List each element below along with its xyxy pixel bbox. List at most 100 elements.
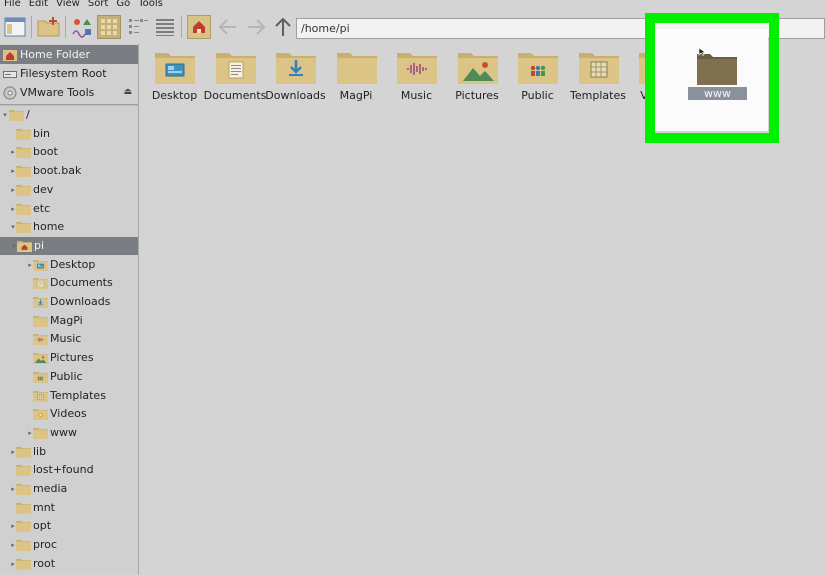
tree-item-label: / xyxy=(26,108,30,121)
file-item-pictures[interactable]: Pictures xyxy=(447,50,508,106)
tree-item-bin[interactable]: bin xyxy=(0,125,138,143)
folder-icon xyxy=(33,390,48,402)
tree-item-label: www xyxy=(50,425,77,439)
file-item-downloads[interactable]: Downloads xyxy=(265,50,326,106)
tree-item-www[interactable]: ▸ www xyxy=(0,424,138,442)
tree-item-[interactable]: ▾ / xyxy=(0,106,138,124)
new-folder-icon[interactable] xyxy=(37,15,61,39)
tree-item-label: Public xyxy=(50,369,83,383)
tree-item-boot-bak[interactable]: ▸ boot.bak xyxy=(0,162,138,180)
tree-item-pi[interactable]: ▾ pi xyxy=(0,236,138,255)
tree-item-root[interactable]: ▸ root xyxy=(0,555,138,573)
place-label: Home Folder xyxy=(20,48,90,61)
tree-item-label: Music xyxy=(50,332,82,346)
folder-icon xyxy=(16,203,31,215)
folder-icon xyxy=(16,221,31,234)
folder-icon xyxy=(16,146,31,159)
icon-view-icon[interactable] xyxy=(97,15,121,39)
file-item-magpi[interactable]: MagPi xyxy=(326,50,387,106)
place-label: Filesystem Root xyxy=(20,67,107,80)
desktop-folder-icon xyxy=(155,50,195,84)
tree-item-label: Desktop xyxy=(50,257,96,271)
folder-icon xyxy=(16,539,31,552)
downloads-folder-icon xyxy=(276,50,316,84)
eject-icon[interactable]: ⏏ xyxy=(123,87,132,97)
tree-item-videos[interactable]: Videos xyxy=(0,405,138,423)
tree-item-label: root xyxy=(33,556,56,570)
file-item-documents[interactable]: Documents xyxy=(204,50,266,106)
folder-icon xyxy=(33,296,48,308)
file-item-label: Downloads xyxy=(265,89,326,102)
tree-item-label: Pictures xyxy=(50,351,94,365)
folder-icon xyxy=(33,352,48,365)
magpi-folder-icon xyxy=(336,50,377,84)
place-vmware-tools[interactable]: VMware Tools ⏏ xyxy=(0,83,138,102)
folder-icon xyxy=(16,128,31,140)
folder-icon xyxy=(33,277,48,290)
menu-sort[interactable]: Sort xyxy=(88,0,109,10)
tree-item-documents[interactable]: Documents xyxy=(0,274,138,292)
tree-item-proc[interactable]: ▸ proc xyxy=(0,536,138,554)
tree-item-home[interactable]: ▾ home xyxy=(0,218,138,236)
tree-item-label: Videos xyxy=(50,407,87,421)
compact-view-icon[interactable] xyxy=(126,15,150,39)
tree-item-downloads[interactable]: Downloads xyxy=(0,293,138,311)
tree-item-label: boot.bak xyxy=(33,164,82,178)
tree-item-label: pi xyxy=(34,238,45,252)
file-item-label: MagPi xyxy=(339,89,373,102)
up-arrow-icon[interactable] xyxy=(271,15,295,39)
tree-item-desktop[interactable]: ▸ Desktop xyxy=(0,256,138,274)
sidebar: Home Folder Filesystem Root VMware Tools… xyxy=(0,44,139,575)
tree-item-label: bin xyxy=(33,126,51,140)
file-item-desktop[interactable]: Desktop xyxy=(144,50,205,106)
folder-icon xyxy=(33,259,48,271)
place-home-folder[interactable]: Home Folder xyxy=(0,45,138,64)
tree-item-media[interactable]: ▸ media xyxy=(0,480,138,498)
home-icon xyxy=(3,48,17,62)
tree-item-label: Templates xyxy=(50,388,106,402)
templates-folder-icon xyxy=(578,50,619,84)
folder-icon xyxy=(16,558,31,570)
tree-item-label: opt xyxy=(33,519,52,533)
folder-icon xyxy=(33,333,48,346)
new-window-icon[interactable] xyxy=(3,15,27,39)
menu-file[interactable]: File xyxy=(4,0,21,10)
place-filesystem-root[interactable]: Filesystem Root xyxy=(0,64,138,83)
menu-tools[interactable]: Tools xyxy=(138,0,163,10)
tree-item-templates[interactable]: Templates xyxy=(0,387,138,405)
tree-item-lib[interactable]: ▸ lib xyxy=(0,443,138,461)
tree-item-dev[interactable]: ▸ dev xyxy=(0,181,138,199)
home-folder-icon xyxy=(17,240,32,252)
forward-arrow-icon[interactable] xyxy=(244,15,268,39)
tree-item-music[interactable]: Music xyxy=(0,330,138,348)
tree-item-label: dev xyxy=(33,182,54,196)
tree-item-boot[interactable]: ▸ boot xyxy=(0,143,138,161)
folder-icon xyxy=(33,371,48,383)
file-item-music[interactable]: Music xyxy=(386,50,447,106)
tree-item-label: home xyxy=(33,220,65,234)
tree-item-label: lost+found xyxy=(33,463,94,477)
folder-icon xyxy=(16,464,31,477)
tree-item-mnt[interactable]: mnt xyxy=(0,499,138,517)
menu-edit[interactable]: Edit xyxy=(29,0,48,10)
tree-item-magpi[interactable]: MagPi xyxy=(0,312,138,330)
place-label: VMware Tools xyxy=(20,86,95,99)
thumbnail-view-icon[interactable] xyxy=(70,15,94,39)
menu-view[interactable]: View xyxy=(56,0,80,10)
detailed-list-icon[interactable] xyxy=(153,15,177,39)
menu-go[interactable]: Go xyxy=(116,0,130,10)
folder-icon xyxy=(16,446,31,458)
file-item-templates[interactable]: Templates xyxy=(568,50,629,106)
file-item-label: Public xyxy=(521,89,554,102)
home-icon[interactable] xyxy=(187,15,211,39)
back-arrow-icon[interactable] xyxy=(216,15,240,39)
folder-icon xyxy=(16,483,31,495)
file-item-public[interactable]: Public xyxy=(507,50,568,106)
tree-item-pictures[interactable]: Pictures xyxy=(0,349,138,367)
tree-item-etc[interactable]: ▸ etc xyxy=(0,200,138,218)
tree-item-lost-found[interactable]: lost+found xyxy=(0,461,138,479)
documents-folder-icon xyxy=(215,50,256,84)
tree-item-label: proc xyxy=(33,538,58,552)
tree-item-public[interactable]: Public xyxy=(0,368,138,386)
tree-item-opt[interactable]: ▸ opt xyxy=(0,517,138,535)
